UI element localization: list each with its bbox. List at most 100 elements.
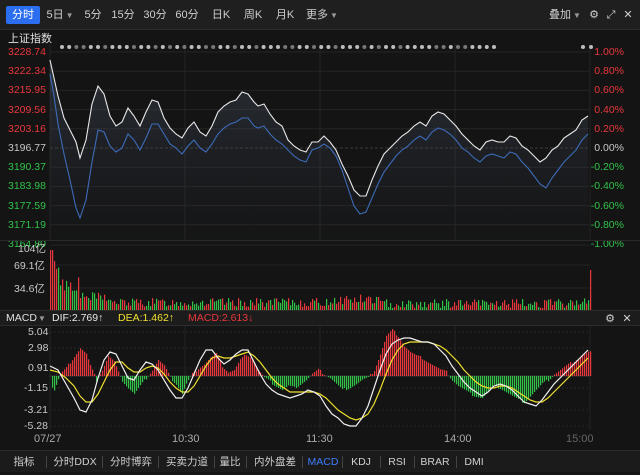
- tab-divider: [102, 456, 103, 468]
- macd-bar: [82, 350, 84, 376]
- fullscreen-icon[interactable]: ⤢: [603, 7, 619, 23]
- tab-macd[interactable]: MACD: [306, 454, 340, 470]
- macd-bar: [102, 370, 104, 376]
- macd-bar: [380, 354, 382, 376]
- event-dot: [589, 45, 593, 49]
- tab-divider: [246, 456, 247, 468]
- chevron-down-icon[interactable]: ▼: [38, 312, 46, 325]
- volume-bar: [134, 300, 136, 310]
- tab-monthly-k[interactable]: 月K: [270, 6, 300, 24]
- macd-chart[interactable]: 5.04 2.98 0.91 -1.15 -3.21 -5.28: [0, 326, 640, 432]
- event-dot: [146, 45, 151, 49]
- tab-60min[interactable]: 60分: [172, 6, 202, 24]
- percent-axis-label: -0.20%: [590, 161, 624, 174]
- macd-bar: [484, 376, 486, 396]
- tab-inner-outer-diff[interactable]: 内外盘差: [250, 454, 300, 470]
- settings-icon[interactable]: ⚙: [603, 312, 617, 326]
- close-icon[interactable]: ✕: [620, 7, 636, 23]
- volume-chart-svg: [50, 244, 592, 311]
- volume-bar: [504, 300, 506, 310]
- tab-30min[interactable]: 30分: [140, 6, 170, 24]
- volume-bar: [294, 302, 296, 310]
- event-dot: [124, 45, 129, 49]
- tab-indicators[interactable]: 指标: [10, 454, 38, 470]
- macd-bar: [88, 359, 90, 376]
- volume-bar: [534, 301, 536, 310]
- tab-intraday[interactable]: 分时: [6, 6, 40, 24]
- tab-kdj[interactable]: KDJ: [346, 454, 376, 470]
- volume-chart[interactable]: 104亿 69.1亿 34.6亿: [0, 240, 640, 311]
- macd-bar: [292, 376, 294, 387]
- event-dot: [189, 45, 194, 49]
- macd-bar: [322, 374, 324, 376]
- macd-value: MACD:2.613↓: [188, 312, 254, 324]
- volume-bar: [252, 302, 254, 310]
- volume-bar: [374, 303, 376, 310]
- volume-bar: [390, 303, 392, 310]
- event-dot: [448, 45, 453, 49]
- volume-bar: [70, 282, 72, 310]
- volume-bar: [80, 298, 82, 310]
- macd-bar: [428, 362, 430, 376]
- tab-volume-ratio[interactable]: 量比: [216, 454, 244, 470]
- volume-bar: [98, 292, 100, 310]
- tab-label: 日K: [211, 9, 231, 21]
- tab-intraday-game[interactable]: 分时博弈: [106, 454, 156, 470]
- macd-bar: [422, 359, 424, 376]
- close-icon[interactable]: ✕: [620, 312, 634, 326]
- volume-bar: [482, 299, 484, 310]
- tab-weekly-k[interactable]: 周K: [238, 6, 268, 24]
- macd-bar: [358, 376, 360, 383]
- macd-axis-label: -1.15: [24, 382, 48, 394]
- volume-bar: [516, 299, 518, 310]
- volume-bar: [280, 303, 282, 310]
- event-dot: [211, 45, 216, 49]
- overlay-button[interactable]: 叠加 ▼: [549, 6, 581, 24]
- macd-bar: [432, 364, 434, 376]
- tab-label: 5日: [46, 9, 64, 21]
- volume-bar: [122, 299, 124, 310]
- macd-axis-label: 0.91: [28, 362, 49, 374]
- volume-bar: [372, 303, 374, 310]
- macd-bar: [338, 376, 340, 386]
- tab-buy-sell-power[interactable]: 买卖力道: [162, 454, 212, 470]
- macd-bar: [316, 370, 318, 376]
- volume-bar: [334, 297, 336, 310]
- volume-bar: [114, 300, 116, 310]
- tab-intraday-ddx[interactable]: 分时DDX: [50, 454, 100, 470]
- settings-icon[interactable]: ⚙: [586, 7, 602, 23]
- price-axis-label: 3177.59: [8, 199, 46, 212]
- macd-bar: [336, 376, 338, 384]
- tab-brar[interactable]: BRAR: [418, 454, 452, 470]
- volume-bar: [160, 300, 162, 310]
- chevron-down-icon: ▼: [65, 11, 74, 20]
- tab-daily-k[interactable]: 日K: [206, 6, 236, 24]
- volume-bar: [442, 300, 444, 310]
- tab-5min[interactable]: 5分: [80, 6, 106, 24]
- tab-rsi[interactable]: RSI: [384, 454, 410, 470]
- volume-bar: [360, 294, 362, 310]
- event-dot: [88, 45, 93, 49]
- macd-bar: [268, 376, 270, 380]
- tab-label: 5分: [84, 9, 102, 21]
- event-dot: [182, 45, 187, 49]
- price-chart[interactable]: 上证指数 3228.74 3222.34 3215.95 3209.56 3203.16…: [0, 30, 640, 250]
- macd-bar: [52, 376, 54, 388]
- tab-5day[interactable]: 5日 ▼: [44, 6, 76, 24]
- volume-bar: [84, 296, 86, 310]
- volume-bar: [438, 303, 440, 310]
- event-dot: [225, 45, 230, 49]
- tab-divider: [342, 456, 343, 468]
- tab-more[interactable]: 更多 ▼: [302, 6, 342, 24]
- tab-dmi[interactable]: DMI: [460, 454, 488, 470]
- event-dot: [412, 45, 417, 49]
- tab-15min[interactable]: 15分: [108, 6, 138, 24]
- macd-bar: [104, 365, 106, 376]
- tab-divider: [46, 456, 47, 468]
- macd-bar: [366, 376, 368, 378]
- macd-bar: [536, 376, 538, 390]
- volume-bar: [588, 300, 590, 310]
- macd-bar: [296, 376, 298, 389]
- volume-bar: [448, 301, 450, 310]
- macd-bar: [546, 376, 548, 380]
